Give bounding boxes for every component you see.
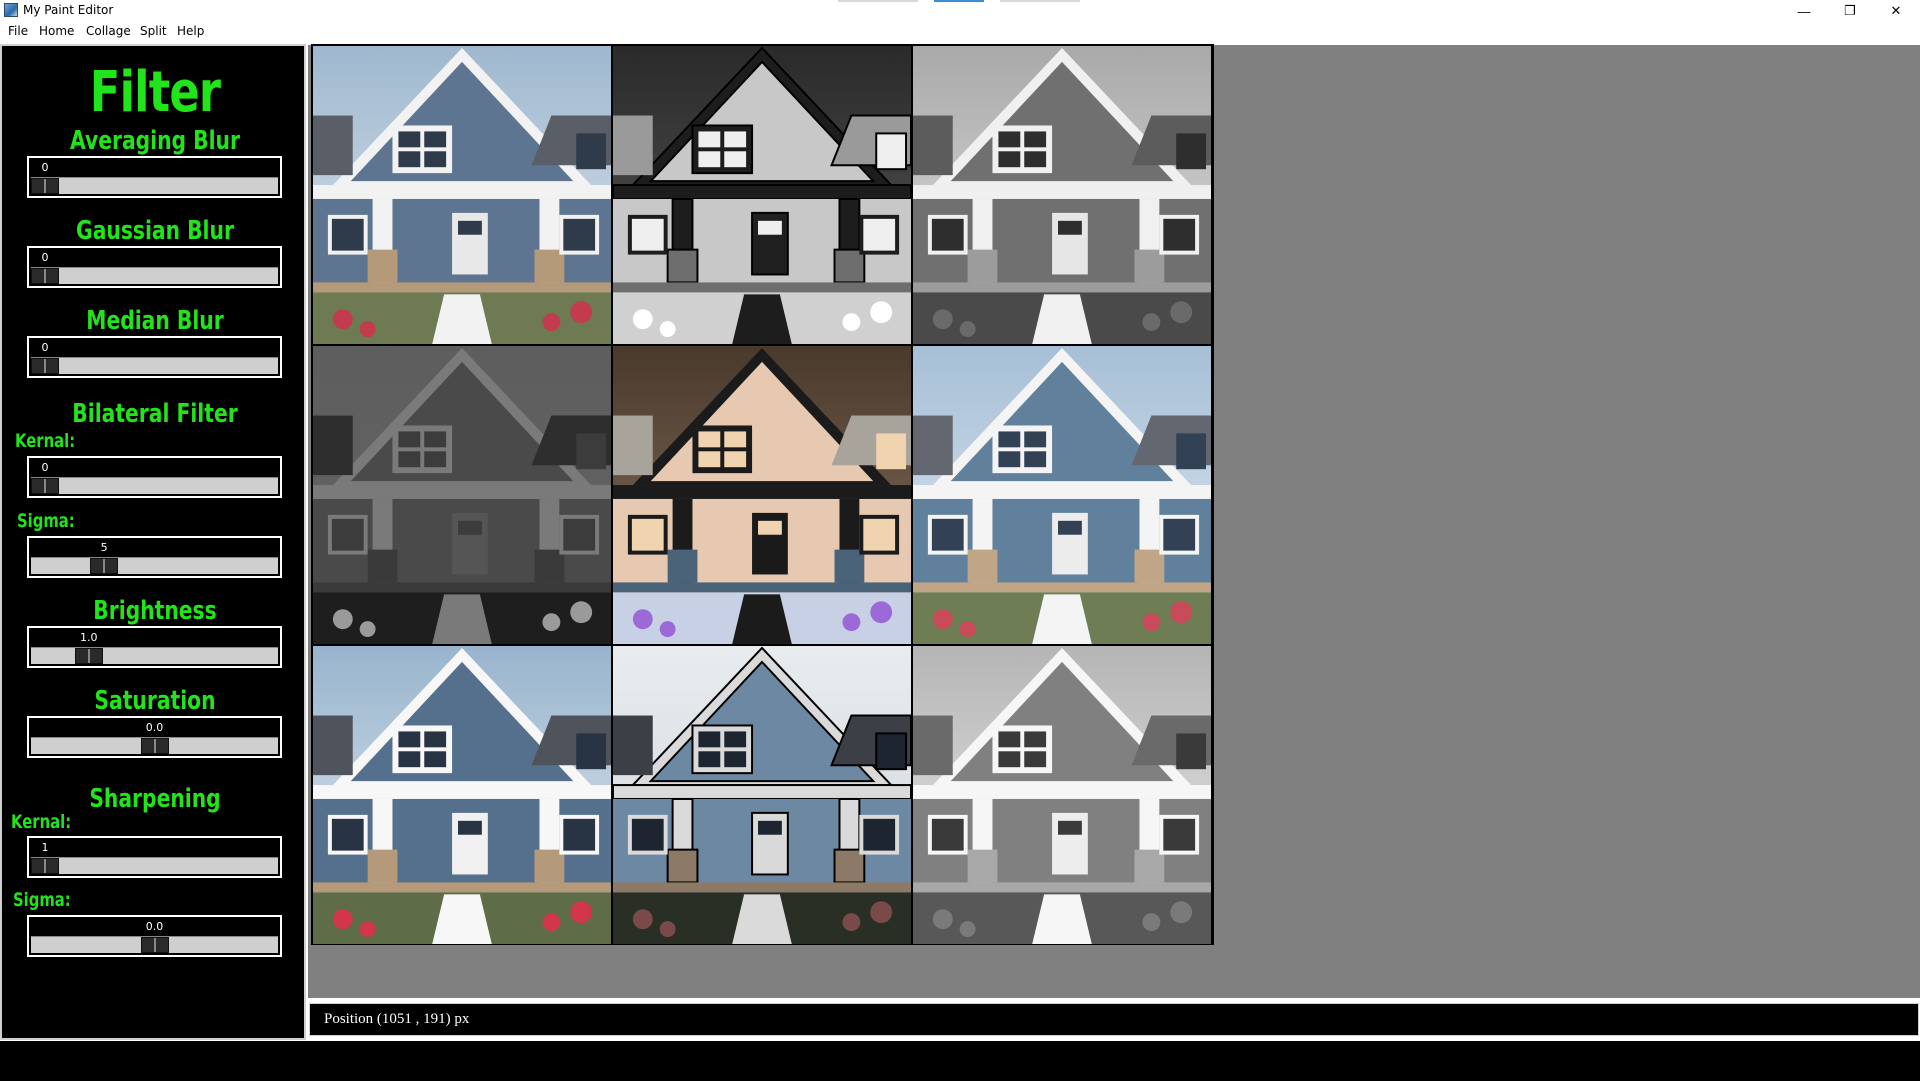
saturation-slider[interactable]: 0.0 <box>27 716 282 758</box>
sharpening-sigma-value: 0.0 <box>145 920 164 933</box>
panel-title: Filter <box>89 60 221 125</box>
slider-track[interactable] <box>31 477 278 494</box>
averaging-blur-value: 0 <box>41 161 49 174</box>
house-image <box>613 646 911 944</box>
brightness-slider[interactable]: 1.0 <box>27 626 282 668</box>
menu-file[interactable]: File <box>8 24 28 38</box>
close-button[interactable]: ✕ <box>1873 0 1919 22</box>
sharpening-title: Sharpening <box>89 784 221 814</box>
collage-tile[interactable] <box>613 646 911 944</box>
slider-track[interactable] <box>31 647 278 664</box>
status-bar: Position (1051 , 191) px <box>309 1003 1919 1036</box>
slider-thumb[interactable] <box>31 478 59 494</box>
collage-tile[interactable] <box>913 646 1211 944</box>
slider-track[interactable] <box>31 737 278 754</box>
minimize-button[interactable]: — <box>1781 0 1827 22</box>
slider-track[interactable] <box>31 267 278 284</box>
bilateral-kernel-slider[interactable]: 0 <box>27 456 282 498</box>
slider-thumb[interactable] <box>140 738 169 754</box>
bilateral-filter-title: Bilateral Filter <box>72 399 238 429</box>
menu-collage[interactable]: Collage <box>86 24 131 38</box>
gaussian-blur-slider[interactable]: 0 <box>27 246 282 288</box>
title-bar: My Paint Editor — ❐ ✕ <box>0 0 1920 22</box>
house-image <box>613 46 911 344</box>
slider-thumb[interactable] <box>74 648 103 664</box>
slider-track[interactable] <box>31 557 278 574</box>
menu-bar: File Home Collage Split Help <box>0 22 1920 42</box>
gaussian-blur-value: 0 <box>41 251 49 264</box>
sharpening-sigma-label: Sigma: <box>13 889 71 911</box>
slider-thumb[interactable] <box>90 558 119 574</box>
cursor-position-readout: Position (1051 , 191) px <box>324 1011 470 1027</box>
bilateral-kernel-value: 0 <box>41 461 49 474</box>
house-image <box>913 46 1211 344</box>
collage-tile[interactable] <box>313 46 611 344</box>
bilateral-sigma-label: Sigma: <box>17 510 75 532</box>
title-bar-tab-marker <box>838 0 918 2</box>
collage-tile[interactable] <box>613 346 911 644</box>
window-title: My Paint Editor <box>23 3 114 17</box>
sharpening-kernel-slider[interactable]: 1 <box>27 836 282 878</box>
bilateral-kernel-label: Kernal: <box>15 430 76 452</box>
house-image <box>313 46 611 344</box>
slider-track[interactable] <box>31 177 278 194</box>
brightness-value: 1.0 <box>80 631 98 644</box>
menu-help[interactable]: Help <box>177 24 204 38</box>
median-blur-title: Median Blur <box>86 306 224 336</box>
house-image <box>313 646 611 944</box>
saturation-title: Saturation <box>94 686 216 716</box>
bilateral-sigma-value: 5 <box>100 541 108 554</box>
slider-track[interactable] <box>31 936 278 953</box>
slider-thumb[interactable] <box>31 358 59 374</box>
restore-button[interactable]: ❐ <box>1827 0 1873 22</box>
brightness-title: Brightness <box>93 596 217 626</box>
house-image <box>913 646 1211 944</box>
sharpening-kernel-value: 1 <box>41 841 49 854</box>
menu-split[interactable]: Split <box>140 24 167 38</box>
slider-thumb[interactable] <box>31 268 59 284</box>
minimize-icon: — <box>1797 3 1811 19</box>
collage-tile[interactable] <box>613 46 911 344</box>
sharpening-sigma-slider[interactable]: 0.0 <box>27 915 282 957</box>
sharpening-kernel-label: Kernal: <box>11 811 72 833</box>
slider-track[interactable] <box>31 357 278 374</box>
slider-track[interactable] <box>31 857 278 874</box>
slider-thumb[interactable] <box>140 937 169 953</box>
title-bar-tab-marker-active <box>934 0 984 2</box>
collage-tile[interactable] <box>313 646 611 944</box>
bilateral-sigma-slider[interactable]: 5 <box>27 536 282 578</box>
close-icon: ✕ <box>1890 3 1902 18</box>
house-image <box>613 346 911 644</box>
median-blur-value: 0 <box>41 341 49 354</box>
gaussian-blur-title: Gaussian Blur <box>76 216 234 246</box>
restore-icon: ❐ <box>1844 3 1856 18</box>
filter-panel: Filter Averaging Blur 0 Gaussian Blur 0 … <box>0 44 306 1040</box>
collage-grid[interactable] <box>311 44 1214 945</box>
bottom-strip <box>0 1040 1920 1081</box>
averaging-blur-slider[interactable]: 0 <box>27 156 282 198</box>
collage-tile[interactable] <box>313 346 611 644</box>
house-image <box>313 346 611 644</box>
slider-thumb[interactable] <box>31 858 59 874</box>
house-image <box>913 346 1211 644</box>
collage-tile[interactable] <box>913 46 1211 344</box>
collage-tile[interactable] <box>913 346 1211 644</box>
median-blur-slider[interactable]: 0 <box>27 336 282 378</box>
menu-home[interactable]: Home <box>39 24 74 38</box>
slider-thumb[interactable] <box>31 178 59 194</box>
app-icon <box>4 3 18 17</box>
averaging-blur-title: Averaging Blur <box>70 126 240 156</box>
saturation-value: 0.0 <box>145 721 164 734</box>
title-bar-tab-marker <box>1000 0 1080 2</box>
